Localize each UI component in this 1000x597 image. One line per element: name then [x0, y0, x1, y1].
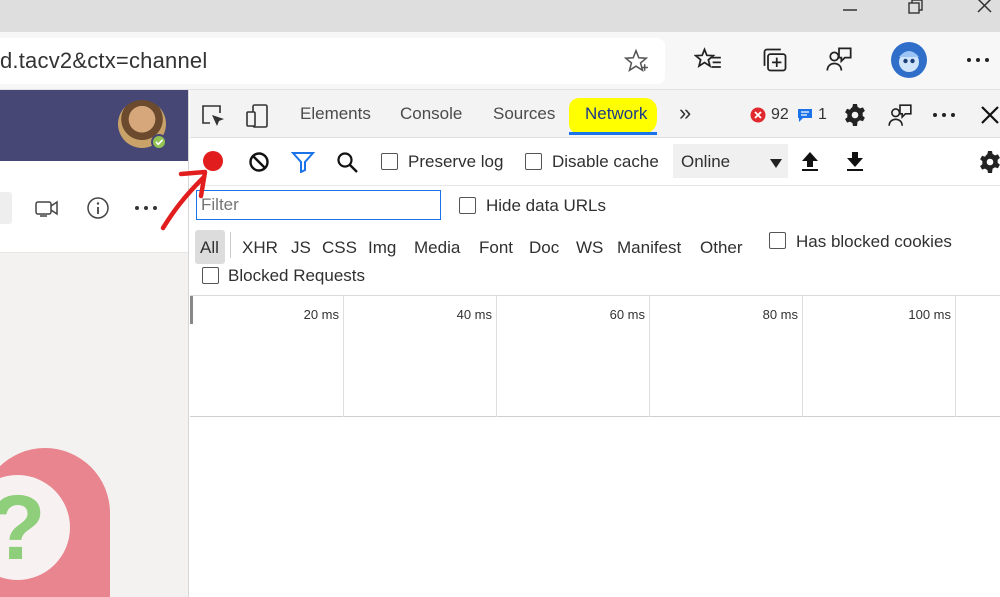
type-filter-js[interactable]: JS — [291, 238, 311, 258]
settings-icon[interactable] — [843, 103, 867, 132]
timeline-gridline — [343, 296, 344, 417]
timeline-tick-label: 80 ms — [762, 307, 798, 322]
star-icon[interactable] — [622, 47, 650, 75]
timeline-tick-label: 40 ms — [456, 307, 492, 322]
has-blocked-cookies-label: Has blocked cookies — [796, 232, 952, 251]
hide-data-urls-checkbox[interactable] — [459, 197, 476, 214]
type-filter-divider — [230, 232, 231, 258]
filter-input[interactable] — [196, 190, 441, 220]
tab-elements[interactable]: Elements — [300, 104, 371, 124]
devtools-more-icon[interactable] — [931, 103, 957, 132]
type-filter-other[interactable]: Other — [700, 238, 743, 258]
error-count[interactable]: 92 — [771, 106, 789, 124]
address-bar[interactable]: d.tacv2&ctx=channel — [0, 38, 665, 84]
presence-available-icon — [151, 134, 167, 150]
timeline-gridline — [802, 296, 803, 417]
throttling-value: Online — [681, 152, 731, 171]
tab-network[interactable]: Network — [585, 104, 647, 124]
hide-data-urls-label: Hide data URLs — [486, 196, 607, 215]
network-requests-area — [190, 417, 1000, 597]
devtools-panel: Elements Console Sources Network » 92 1 — [190, 90, 1000, 597]
network-tab-underline — [569, 132, 657, 135]
import-har-icon[interactable] — [800, 150, 820, 177]
filter-icon[interactable] — [290, 151, 316, 178]
type-filter-doc[interactable]: Doc — [529, 238, 559, 258]
feedback-icon[interactable] — [825, 46, 853, 74]
type-filter-ws[interactable]: WS — [576, 238, 603, 258]
more-icon[interactable] — [964, 46, 992, 74]
disable-cache-checkbox[interactable] — [525, 153, 542, 170]
preserve-log-checkbox[interactable] — [381, 153, 398, 170]
devtools-tab-bar: Elements Console Sources Network » 92 1 — [190, 90, 1000, 138]
preserve-log-label: Preserve log — [408, 152, 504, 171]
chevron-down-icon — [770, 156, 782, 174]
blocked-requests-label: Blocked Requests — [228, 266, 366, 285]
timeline-handle[interactable] — [190, 296, 193, 324]
network-toolbar: Preserve log Disable cache Online — [190, 138, 1000, 186]
device-emulation-icon[interactable] — [245, 103, 271, 134]
favorites-icon[interactable] — [694, 46, 722, 74]
message-icon[interactable] — [797, 107, 813, 128]
devtools-close-icon[interactable] — [980, 105, 1000, 130]
network-filter-bar: Hide data URLs All XHR JS CSS Img Media … — [190, 186, 1000, 296]
meet-now-icon[interactable] — [34, 196, 60, 225]
timeline-tick-label: 60 ms — [609, 307, 645, 322]
type-filter-xhr[interactable]: XHR — [242, 238, 278, 258]
profile-avatar-icon[interactable] — [891, 42, 927, 78]
close-icon[interactable] — [975, 0, 993, 21]
help-question-mark: ? — [0, 482, 46, 574]
type-filter-manifest[interactable]: Manifest — [617, 238, 681, 258]
timeline-gridline — [649, 296, 650, 417]
channel-input-stub[interactable] — [0, 192, 12, 224]
search-icon[interactable] — [336, 151, 358, 178]
blocked-requests-checkbox[interactable] — [202, 267, 219, 284]
export-har-icon[interactable] — [845, 150, 865, 177]
disable-cache-label: Disable cache — [552, 152, 659, 171]
clear-icon[interactable] — [248, 151, 270, 178]
type-filter-all[interactable]: All — [200, 238, 219, 258]
network-timeline-overview[interactable]: 20 ms 40 ms 60 ms 80 ms 100 ms — [190, 296, 1000, 417]
throttling-select[interactable]: Online — [673, 144, 788, 178]
message-count[interactable]: 1 — [818, 106, 827, 124]
error-icon[interactable] — [750, 107, 766, 128]
teams-header — [0, 90, 188, 161]
window-titlebar — [0, 0, 1000, 32]
timeline-gridline — [496, 296, 497, 417]
timeline-gridline — [955, 296, 956, 417]
minimize-icon[interactable] — [841, 2, 859, 20]
info-icon[interactable] — [86, 196, 110, 225]
annotation-arrow — [160, 169, 208, 231]
timeline-tick-label: 20 ms — [303, 307, 339, 322]
restore-icon[interactable] — [906, 0, 924, 21]
collections-icon[interactable] — [761, 46, 789, 74]
type-filter-media[interactable]: Media — [414, 238, 460, 258]
type-filter-css[interactable]: CSS — [322, 238, 357, 258]
has-blocked-cookies-checkbox[interactable] — [769, 232, 786, 249]
type-filter-font[interactable]: Font — [479, 238, 513, 258]
tab-console[interactable]: Console — [400, 104, 462, 124]
url-text[interactable]: d.tacv2&ctx=channel — [0, 48, 207, 74]
tab-sources[interactable]: Sources — [493, 104, 555, 124]
type-filter-img[interactable]: Img — [368, 238, 396, 258]
timeline-tick-label: 100 ms — [908, 307, 951, 322]
devtools-feedback-icon[interactable] — [887, 103, 913, 134]
network-settings-icon[interactable] — [978, 150, 1000, 179]
more-tabs-icon[interactable]: » — [679, 100, 691, 126]
inspect-element-icon[interactable] — [200, 103, 226, 134]
